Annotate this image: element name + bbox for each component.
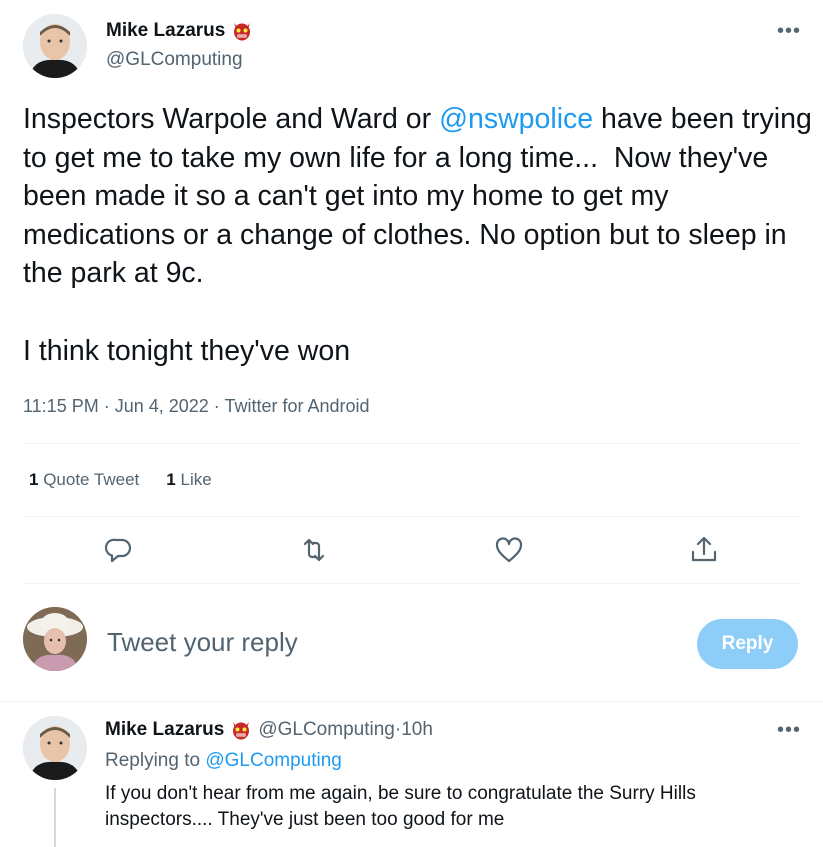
divider: [23, 443, 800, 444]
reply-author-name[interactable]: Mike Lazarus: [105, 719, 224, 741]
tweet-actions: [0, 534, 823, 568]
thread-line: [54, 788, 56, 847]
replying-prefix: Replying to: [105, 750, 206, 771]
author-name-row[interactable]: Mike Lazarus: [106, 20, 253, 42]
author-name[interactable]: Mike Lazarus: [106, 20, 225, 42]
tweet-text-part-1: Inspectors Warpole and Ward or: [23, 103, 440, 135]
author-handle[interactable]: @GLComputing: [106, 49, 243, 71]
like-count: 1: [166, 470, 176, 489]
demon-emoji-icon: [234, 23, 251, 41]
tweet-meta: 11:15 PM · Jun 4, 2022 · Twitter for And…: [23, 396, 370, 417]
like-stat[interactable]: 1 Like: [166, 470, 211, 490]
author-avatar[interactable]: [23, 14, 87, 78]
reply-header: Mike Lazarus @GLComputing · 10h: [105, 719, 433, 741]
reply-button[interactable]: Reply: [697, 619, 798, 669]
reply-input[interactable]: Tweet your reply: [107, 627, 298, 658]
tweet-text: Inspectors Warpole and Ward or @nswpolic…: [23, 100, 813, 370]
tweet-date[interactable]: Jun 4, 2022: [115, 396, 209, 416]
more-horizontal-icon[interactable]: •••: [777, 719, 801, 742]
tweet-stats: 1 Quote Tweet 1 Like: [29, 470, 212, 490]
replying-to: Replying to @GLComputing: [105, 750, 342, 772]
quote-tweet-stat[interactable]: 1 Quote Tweet: [29, 470, 139, 490]
quote-label: Quote Tweet: [43, 470, 140, 489]
more-horizontal-icon[interactable]: •••: [777, 20, 801, 43]
reply-author-avatar[interactable]: [23, 716, 87, 780]
share-icon[interactable]: [688, 534, 720, 566]
mention-link[interactable]: @nswpolice: [439, 103, 593, 135]
divider: [23, 583, 800, 584]
meta-separator: ·: [98, 396, 115, 416]
meta-separator: ·: [208, 396, 225, 416]
reply-icon[interactable]: [103, 534, 135, 566]
demon-emoji-icon: [233, 722, 250, 740]
divider: [23, 516, 800, 517]
tweet-time[interactable]: 11:15 PM: [23, 396, 99, 416]
tweet-text-part-2: have been trying to get me to take my ow…: [23, 103, 812, 367]
current-user-avatar[interactable]: [23, 607, 87, 671]
replying-handle-link[interactable]: @GLComputing: [205, 750, 342, 771]
heart-icon[interactable]: [493, 534, 525, 566]
reply-time[interactable]: 10h: [401, 719, 433, 741]
retweet-icon[interactable]: [298, 534, 330, 566]
tweet-source[interactable]: Twitter for Android: [224, 396, 369, 416]
divider: [0, 701, 823, 702]
reply-author-handle[interactable]: @GLComputing: [258, 719, 395, 741]
like-label: Like: [180, 470, 212, 489]
quote-count: 1: [29, 470, 39, 489]
reply-tweet-text: If you don't hear from me again, be sure…: [105, 783, 696, 830]
